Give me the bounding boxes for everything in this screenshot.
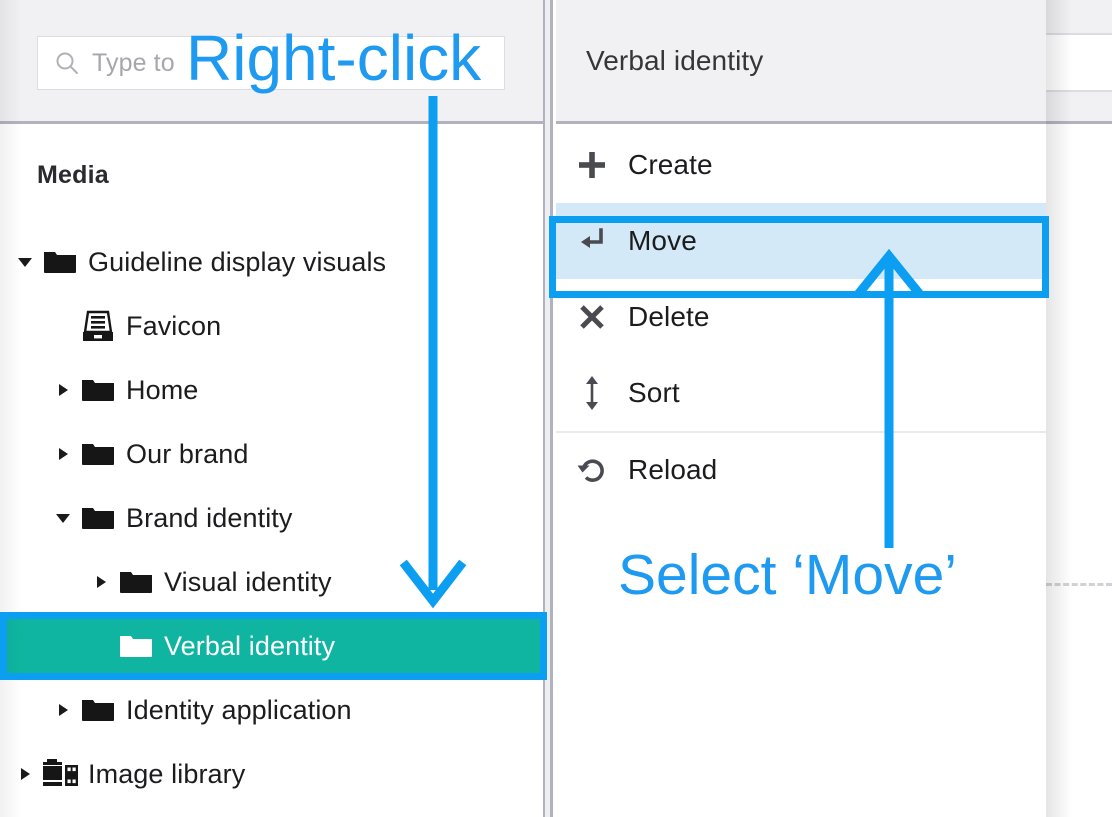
context-menu-item-label: Sort xyxy=(628,377,680,408)
search-icon xyxy=(54,50,80,76)
tree-item-home[interactable]: Home xyxy=(0,358,543,422)
context-menu-item-label: Create xyxy=(628,149,713,180)
search-placeholder-text: Type to xyxy=(92,48,175,77)
search-input[interactable]: Type to xyxy=(37,36,505,90)
tree-item-brand-identity[interactable]: Brand identity xyxy=(0,486,543,550)
up-down-arrow-icon xyxy=(556,376,628,410)
context-menu-item-create[interactable]: Create xyxy=(556,127,1046,203)
context-menu-item-label: Reload xyxy=(628,454,718,485)
folder-icon xyxy=(76,696,120,724)
chevron-right-icon[interactable] xyxy=(50,448,76,460)
panel-divider[interactable] xyxy=(543,0,553,817)
chevron-right-icon[interactable] xyxy=(50,704,76,716)
context-menu-panel: Verbal identity Create Move Delete Sort Relo… xyxy=(556,0,1046,817)
tree-item-our-brand[interactable]: Our brand xyxy=(0,422,543,486)
media-tree: Guideline display visuals Favicon Home Our … xyxy=(0,230,543,806)
folder-icon xyxy=(76,504,120,532)
tree-item-label: Home xyxy=(126,374,199,405)
tree-item-label: Favicon xyxy=(126,310,222,341)
folder-open-icon xyxy=(114,632,158,660)
page-title: Media xyxy=(37,161,109,189)
tree-item-verbal-identity[interactable]: Verbal identity xyxy=(0,614,543,678)
tree-item-visual-identity[interactable]: Visual identity xyxy=(0,550,543,614)
folder-icon xyxy=(76,440,120,468)
folder-icon xyxy=(114,568,158,596)
chevron-right-icon[interactable] xyxy=(88,576,114,588)
tree-item-label: Identity application xyxy=(126,694,352,725)
context-menu-item-sort[interactable]: Sort xyxy=(556,355,1046,431)
tree-item-favicon[interactable]: Favicon xyxy=(0,294,543,358)
context-menu-item-reload[interactable]: Reload xyxy=(556,431,1046,507)
background-dashed-divider xyxy=(1046,583,1112,586)
chevron-down-icon[interactable] xyxy=(50,513,76,523)
archive-icon xyxy=(76,310,120,342)
cross-icon xyxy=(556,303,628,331)
chevron-right-icon[interactable] xyxy=(12,768,38,780)
chevron-right-icon[interactable] xyxy=(50,384,76,396)
plus-icon xyxy=(556,150,628,180)
tree-item-label: Guideline display visuals xyxy=(88,246,387,277)
tree-item-image-library[interactable]: Image library xyxy=(0,742,543,806)
context-menu-item-label: Delete xyxy=(628,301,710,332)
tree-item-label: Visual identity xyxy=(164,566,332,597)
tree-item-label: Verbal identity xyxy=(164,630,336,661)
film-icon xyxy=(38,759,82,789)
context-menu-list: Create Move Delete Sort Reload xyxy=(556,127,1046,507)
tree-item-identity-application[interactable]: Identity application xyxy=(0,678,543,742)
folder-icon xyxy=(76,376,120,404)
media-tree-panel: Type to Media Guideline display visuals F… xyxy=(0,0,543,817)
tree-item-label: Brand identity xyxy=(126,502,293,533)
chevron-down-icon[interactable] xyxy=(12,257,38,267)
background-panel xyxy=(1046,0,1112,817)
context-menu-item-delete[interactable]: Delete xyxy=(556,279,1046,355)
reload-icon xyxy=(556,455,628,485)
background-row xyxy=(1046,33,1112,92)
context-menu-item-label: Move xyxy=(628,225,697,256)
tree-item-label: Image library xyxy=(88,758,246,789)
folder-icon xyxy=(38,248,82,276)
context-menu-item-move[interactable]: Move xyxy=(556,203,1046,279)
context-menu-header: Verbal identity xyxy=(556,0,1046,124)
tree-item-label: Our brand xyxy=(126,438,249,469)
context-menu-title: Verbal identity xyxy=(586,44,764,76)
tree-item-guideline-display-visuals[interactable]: Guideline display visuals xyxy=(0,230,543,294)
screenshot-root: Type to Media Guideline display visuals F… xyxy=(0,0,1112,817)
enter-arrow-icon xyxy=(556,227,628,255)
media-panel-header: Type to xyxy=(0,0,543,124)
